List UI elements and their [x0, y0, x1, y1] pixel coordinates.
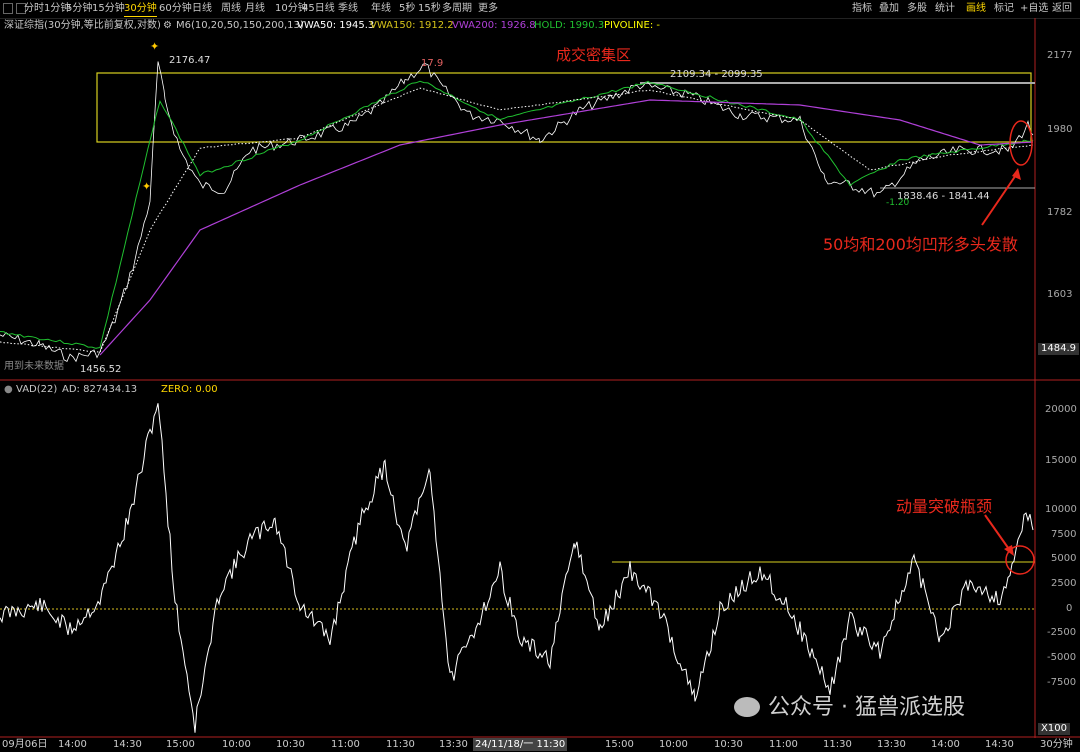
- y-tick: 1603: [1047, 289, 1073, 300]
- collapse-icon[interactable]: ●: [4, 383, 13, 397]
- sub-y-tick: 2500: [1051, 578, 1077, 589]
- sub-scale: X100: [1038, 723, 1070, 735]
- y-tick: 1980: [1047, 124, 1073, 135]
- sub-y-tick: 7500: [1051, 529, 1077, 540]
- future-data-label: 用到未来数据: [4, 361, 64, 372]
- price-line: [0, 61, 1034, 363]
- vad-line: [0, 403, 1034, 733]
- vad-arrow: [984, 514, 1012, 553]
- time-label: 14:30: [113, 739, 142, 750]
- vad-annotation: 动量突破瓶颈: [896, 497, 993, 516]
- time-label: 10:30: [276, 739, 305, 750]
- sub-y-tick: -7500: [1047, 677, 1077, 688]
- peak-label: 2176.47: [169, 55, 211, 66]
- time-label: 14:00: [931, 739, 960, 750]
- wechat-icon: [734, 697, 760, 717]
- time-label: 10:30: [714, 739, 743, 750]
- dense-zone-title: 成交密集区: [556, 46, 632, 64]
- sub-y-tick: -5000: [1047, 652, 1077, 663]
- chart-canvas: ✦ ✦: [0, 18, 1080, 738]
- time-label: 13:30: [877, 739, 906, 750]
- time-label: 13:30: [439, 739, 468, 750]
- current-price: 1484.9: [1038, 343, 1079, 355]
- vad-legend: VAD(22): [16, 384, 58, 395]
- vad-arrow-head: [1004, 545, 1014, 556]
- time-label: 11:30: [386, 739, 415, 750]
- ma-annotation: 50均和200均凹形多头发散: [823, 235, 1018, 254]
- vwa50-line: [0, 87, 1034, 353]
- sub-y-tick: 0: [1066, 603, 1073, 614]
- time-label: 10:00: [222, 739, 251, 750]
- ad-legend: AD: 827434.13: [62, 384, 138, 395]
- sub-y-tick: 15000: [1045, 455, 1077, 466]
- time-label: 10:00: [659, 739, 688, 750]
- time-label: 14:30: [985, 739, 1014, 750]
- zero-legend: ZERO: 0.00: [161, 384, 218, 395]
- watermark: 公众号 · 猛兽派选股: [734, 695, 965, 721]
- small-label: -1.20: [886, 198, 910, 208]
- sub-y-tick: -2500: [1047, 627, 1077, 638]
- y-tick: 2177: [1047, 50, 1073, 61]
- butterfly-icon: ✦: [142, 180, 151, 193]
- range-top-label: 2109.34 - 2099.35: [670, 69, 763, 80]
- time-label: 11:00: [331, 739, 360, 750]
- vwa200-line: [99, 99, 1034, 356]
- time-label: 11:30: [823, 739, 852, 750]
- time-label: 09月06日: [2, 739, 48, 750]
- peak2-label: 17.9: [421, 58, 444, 69]
- low-label: 1456.52: [80, 364, 122, 375]
- sub-y-tick: 20000: [1045, 404, 1077, 415]
- butterfly-icon: ✦: [150, 40, 159, 53]
- sub-y-tick: 10000: [1045, 504, 1077, 515]
- time-label: 24/11/18/一 11:30: [473, 738, 568, 751]
- time-label: 14:00: [58, 739, 87, 750]
- hold-line: [0, 80, 1034, 349]
- time-label: 15:00: [605, 739, 634, 750]
- watermark-text: 公众号 · 猛兽派选股: [768, 695, 965, 720]
- y-tick: 1782: [1047, 207, 1073, 218]
- time-label: 15:00: [166, 739, 195, 750]
- range-bottom-label: 1838.46 - 1841.44: [897, 191, 990, 202]
- sub-y-tick: 5000: [1051, 553, 1077, 564]
- time-label: 11:00: [769, 739, 798, 750]
- period-label: 30分钟: [1040, 739, 1073, 750]
